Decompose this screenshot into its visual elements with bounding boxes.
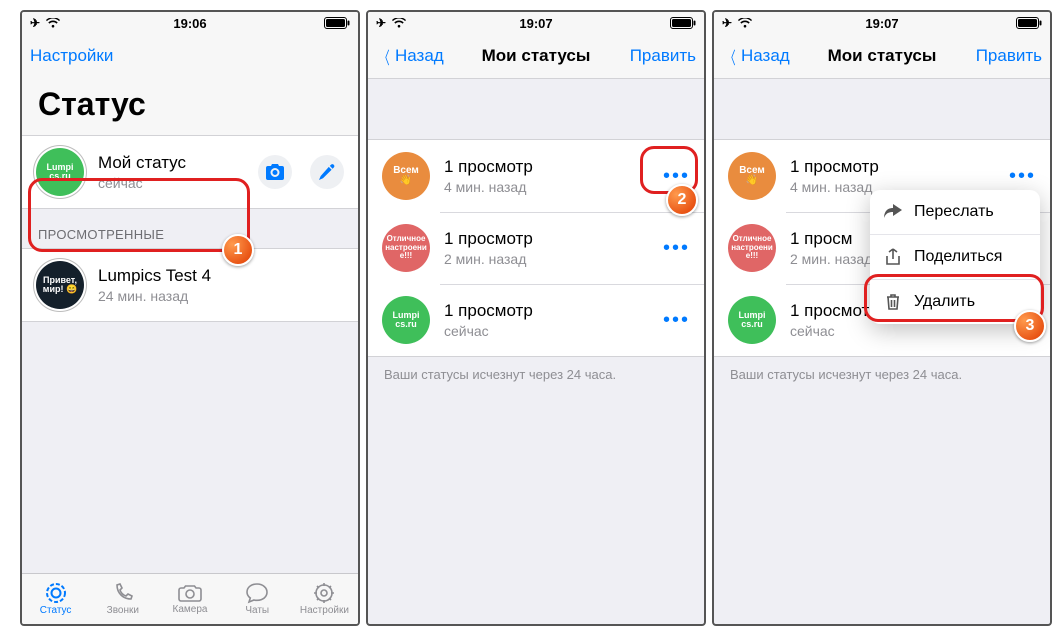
contact-time: 24 мин. назад (98, 288, 344, 304)
more-button[interactable]: ••• (663, 238, 690, 258)
status-time: сейчас (790, 323, 1009, 339)
forward-icon (884, 204, 902, 220)
trash-icon (884, 293, 902, 311)
airplane-icon: ✈︎ (30, 16, 40, 30)
share-icon (884, 248, 902, 266)
clock: 19:07 (368, 16, 704, 31)
status-row[interactable]: Всем 👋 1 просмотр 4 мин. назад ••• (368, 140, 704, 212)
footer-note: Ваши статусы исчезнут через 24 часа. (368, 357, 704, 392)
status-views: 1 просмотр (444, 229, 663, 249)
my-status-title: Мой статус (98, 153, 258, 173)
menu-share[interactable]: Поделиться (870, 234, 1040, 279)
menu-forward[interactable]: Переслать (870, 190, 1040, 234)
my-status-row[interactable]: Lumpi cs.ru Мой статус сейчас (22, 136, 358, 208)
status-thumb: Отличное настроени е!!! (382, 224, 430, 272)
status-row[interactable]: Отличное настроени е!!! 1 просмотр 2 мин… (368, 212, 704, 284)
status-views: 1 просмотр (790, 157, 1009, 177)
tab-camera[interactable]: Камера (156, 574, 223, 624)
wifi-icon (392, 18, 406, 28)
viewed-status-row[interactable]: Привет, мир! 😄 Lumpics Test 4 24 мин. на… (22, 249, 358, 321)
nav-settings-link[interactable]: Настройки (30, 46, 113, 66)
status-time: сейчас (444, 323, 663, 339)
status-thumb: Всем 👋 (728, 152, 776, 200)
wifi-icon (46, 18, 60, 28)
screenshot-my-statuses: ✈︎ 19:07 〈Назад Мои статусы Править Всем… (366, 10, 706, 626)
screenshot-status-tab: ✈︎ 19:06 Настройки Статус Lumpi cs.ru Мо… (20, 10, 360, 626)
contact-thumb: Привет, мир! 😄 (36, 261, 84, 309)
status-bar: ✈︎ 19:06 (22, 12, 358, 34)
more-button[interactable]: ••• (663, 166, 690, 186)
contact-name: Lumpics Test 4 (98, 266, 344, 286)
page-title: Статус (22, 78, 358, 135)
camera-status-button[interactable] (258, 155, 292, 189)
status-bar: ✈︎ 19:07 (368, 12, 704, 34)
context-menu: Переслать Поделиться Удалить (870, 190, 1040, 324)
status-time: 4 мин. назад (444, 179, 663, 195)
battery-icon (670, 17, 696, 29)
tab-bar: Статус Звонки Камера Чаты Настройки (22, 573, 358, 624)
status-bar: ✈︎ 19:07 (714, 12, 1050, 34)
status-thumb: Всем 👋 (382, 152, 430, 200)
screenshot-context-menu: ✈︎ 19:07 〈Назад Мои статусы Править Всем… (712, 10, 1052, 626)
clock: 19:06 (22, 16, 358, 31)
airplane-icon: ✈︎ (722, 16, 732, 30)
edit-button[interactable]: Править (630, 46, 696, 66)
battery-icon (1016, 17, 1042, 29)
status-time: 2 мин. назад (444, 251, 663, 267)
wifi-icon (738, 18, 752, 28)
battery-icon (324, 17, 350, 29)
status-thumb: Lumpi cs.ru (382, 296, 430, 344)
status-thumb: Lumpi cs.ru (728, 296, 776, 344)
tab-status[interactable]: Статус (22, 574, 89, 624)
airplane-icon: ✈︎ (376, 16, 386, 30)
status-views: 1 просмотр (444, 301, 663, 321)
nav-bar: 〈Назад Мои статусы Править (714, 34, 1050, 79)
status-thumb: Отличное настроени е!!! (728, 224, 776, 272)
nav-bar: 〈Назад Мои статусы Править (368, 34, 704, 79)
pencil-status-button[interactable] (310, 155, 344, 189)
menu-delete[interactable]: Удалить (870, 279, 1040, 324)
viewed-header: ПРОСМОТРЕННЫЕ (22, 209, 358, 248)
back-button[interactable]: 〈Назад (376, 44, 444, 69)
edit-button[interactable]: Править (976, 46, 1042, 66)
tab-chats[interactable]: Чаты (224, 574, 291, 624)
tab-settings[interactable]: Настройки (291, 574, 358, 624)
footer-note: Ваши статусы исчезнут через 24 часа. (714, 357, 1050, 392)
clock: 19:07 (714, 16, 1050, 31)
status-views: 1 просмотр (444, 157, 663, 177)
my-status-subtitle: сейчас (98, 175, 258, 191)
nav-bar: Настройки (22, 34, 358, 78)
my-status-thumb: Lumpi cs.ru (36, 148, 84, 196)
status-row[interactable]: Lumpi cs.ru 1 просмотр сейчас ••• (368, 284, 704, 356)
back-button[interactable]: 〈Назад (722, 44, 790, 69)
more-button[interactable]: ••• (1009, 166, 1036, 186)
more-button[interactable]: ••• (663, 310, 690, 330)
tab-calls[interactable]: Звонки (89, 574, 156, 624)
